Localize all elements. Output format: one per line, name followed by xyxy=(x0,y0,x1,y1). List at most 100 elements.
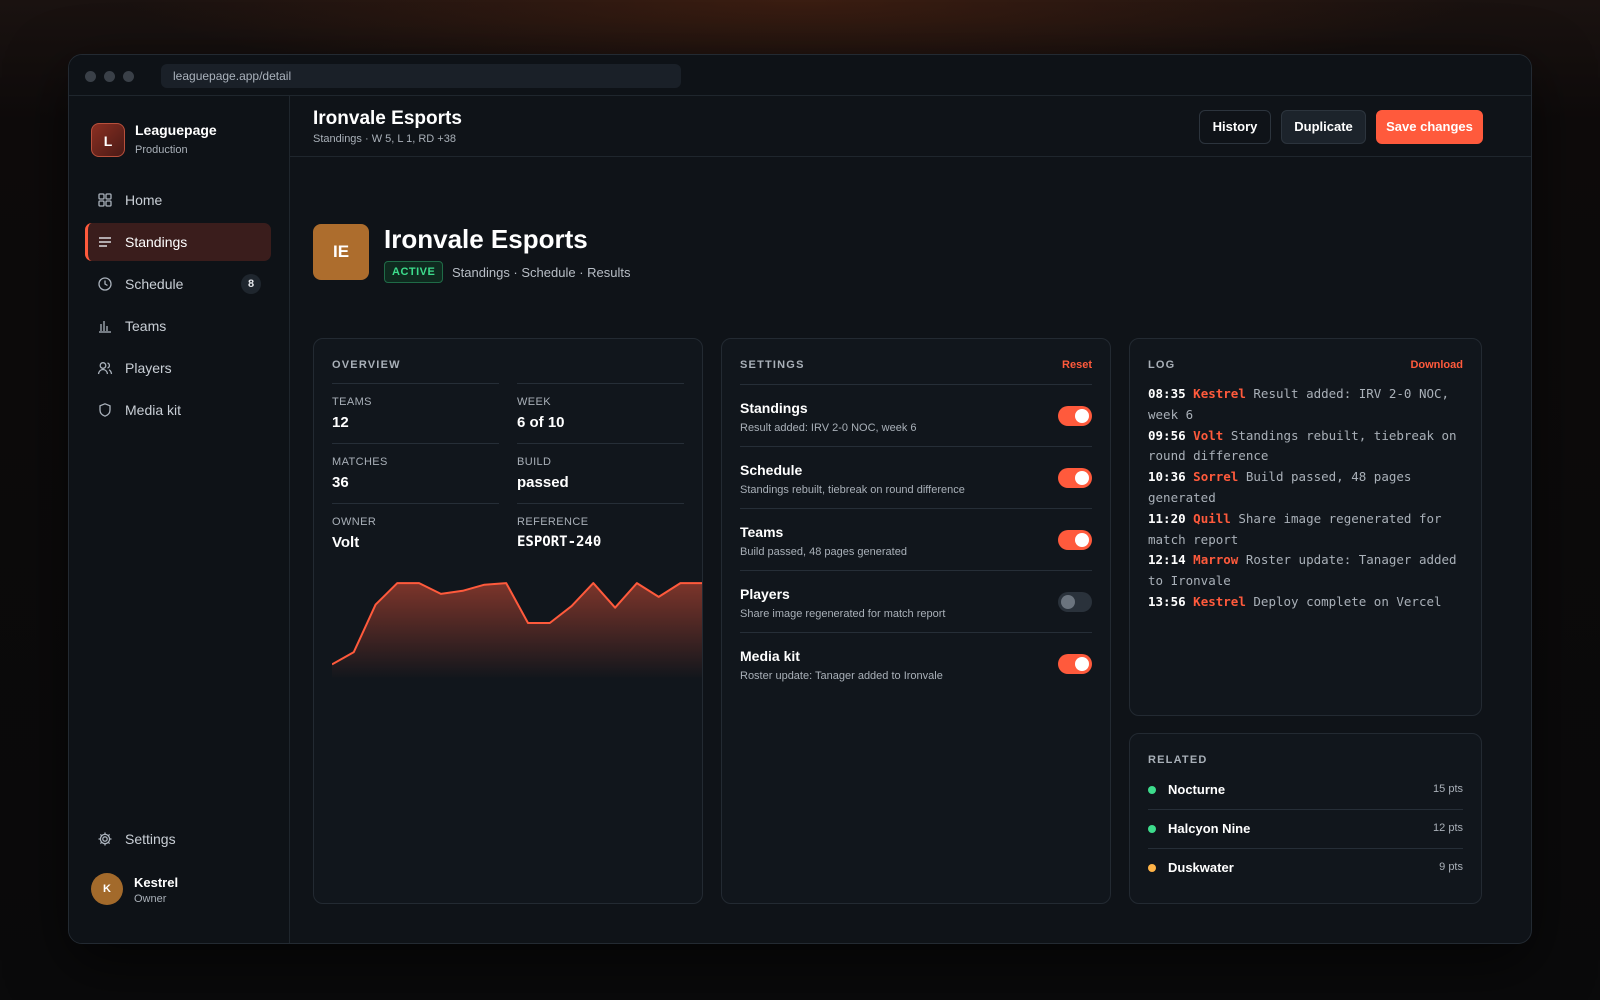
sidebar-item-schedule[interactable]: Schedule 8 xyxy=(85,265,271,303)
browser-window: leaguepage.app/detail L Leaguepage Produ… xyxy=(68,54,1532,944)
overview-heading: OVERVIEW xyxy=(332,359,401,371)
log-entry: 08:35 Kestrel Result added: IRV 2-0 NOC,… xyxy=(1148,386,1450,422)
related-team-points: 12 pts xyxy=(1433,822,1463,834)
avatar[interactable]: K xyxy=(91,873,123,905)
related-team-points: 15 pts xyxy=(1433,783,1463,795)
field-value: ESPORT-240 xyxy=(517,534,602,550)
related-panel: RELATED Nocturne 15 pts Halcyon Nine 12 … xyxy=(1129,733,1482,904)
window-maximize-dot[interactable] xyxy=(123,71,134,82)
page-header: Ironvale Esports Standings · W 5, L 1, R… xyxy=(290,96,1531,157)
related-team-name: Duskwater xyxy=(1168,860,1234,875)
main-content: Ironvale Esports Standings · W 5, L 1, R… xyxy=(290,96,1531,943)
duplicate-button[interactable]: Duplicate xyxy=(1281,110,1366,144)
window-minimize-dot[interactable] xyxy=(104,71,115,82)
overview-field-build: BUILD passed xyxy=(517,443,684,503)
sparkline-area xyxy=(332,583,702,679)
teams-toggle[interactable] xyxy=(1058,530,1092,550)
download-link[interactable]: Download xyxy=(1410,359,1463,371)
overview-field-matches: MATCHES 36 xyxy=(332,443,499,503)
setting-description: Build passed, 48 pages generated xyxy=(740,546,907,558)
list-item[interactable]: Duskwater 9 pts xyxy=(1148,849,1463,888)
schedule-count-badge: 8 xyxy=(241,274,261,294)
users-icon xyxy=(97,360,113,376)
field-value: Volt xyxy=(332,534,360,551)
overview-field-teams: TEAMS 12 xyxy=(332,383,499,443)
sidebar-item-home[interactable]: Home xyxy=(85,181,271,219)
standings-toggle[interactable] xyxy=(1058,406,1092,426)
field-label: BUILD xyxy=(517,456,552,468)
field-label: TEAMS xyxy=(332,396,372,408)
status-dot xyxy=(1148,786,1156,794)
field-value: 6 of 10 xyxy=(517,414,565,431)
clock-icon xyxy=(97,276,113,292)
sidebar-item-media-kit[interactable]: Media kit xyxy=(85,391,271,429)
list-item[interactable]: Nocturne 15 pts xyxy=(1148,771,1463,810)
grid-icon xyxy=(97,192,113,208)
status-badge: ACTIVE xyxy=(384,261,444,283)
brand-logo: L xyxy=(91,123,125,157)
url-bar[interactable]: leaguepage.app/detail xyxy=(161,64,681,88)
sidebar-item-label: Standings xyxy=(125,234,188,250)
overview-panel: OVERVIEW TEAMS 12 WEEK 6 of 10 MATCHES 3… xyxy=(313,338,703,904)
page-subtitle: Standings · W 5, L 1, RD +38 xyxy=(313,133,456,145)
sidebar-item-standings[interactable]: Standings xyxy=(85,223,271,261)
list-item[interactable]: Halcyon Nine 12 pts xyxy=(1148,810,1463,849)
gear-icon xyxy=(97,831,113,847)
related-heading: RELATED xyxy=(1148,754,1208,766)
reset-link[interactable]: Reset xyxy=(1062,359,1092,371)
field-label: REFERENCE xyxy=(517,516,589,528)
window-close-dot[interactable] xyxy=(85,71,96,82)
team-meta: Standings · Schedule · Results xyxy=(452,265,631,280)
field-label: WEEK xyxy=(517,396,551,408)
user-name: Kestrel xyxy=(134,875,179,890)
setting-title: Standings xyxy=(740,400,808,416)
setting-row-players: Players Share image regenerated for matc… xyxy=(740,570,1092,632)
overview-field-reference: REFERENCE ESPORT-240 xyxy=(517,503,684,563)
media-kit-toggle[interactable] xyxy=(1058,654,1092,674)
setting-description: Result added: IRV 2-0 NOC, week 6 xyxy=(740,422,917,434)
history-button[interactable]: History xyxy=(1199,110,1271,144)
user-role: Owner xyxy=(134,893,167,905)
field-value: 36 xyxy=(332,474,349,491)
status-dot xyxy=(1148,825,1156,833)
brand-environment: Production xyxy=(135,144,188,156)
overview-field-week: WEEK 6 of 10 xyxy=(517,383,684,443)
sidebar-item-teams[interactable]: Teams xyxy=(85,307,271,345)
team-logo: IE xyxy=(313,224,369,280)
setting-title: Players xyxy=(740,586,790,602)
log-list: 08:35 Kestrel Result added: IRV 2-0 NOC,… xyxy=(1148,384,1463,613)
setting-title: Teams xyxy=(740,524,784,540)
shield-icon xyxy=(97,402,113,418)
team-title: Ironvale Esports xyxy=(384,224,588,254)
settings-panel: SETTINGS Reset Standings Result added: I… xyxy=(721,338,1111,904)
log-entry: 12:14 Marrow Roster update: Tanager adde… xyxy=(1148,552,1457,589)
sidebar-item-label: Players xyxy=(125,360,172,376)
schedule-toggle[interactable] xyxy=(1058,468,1092,488)
players-toggle[interactable] xyxy=(1058,592,1092,612)
setting-row-standings: Standings Result added: IRV 2-0 NOC, wee… xyxy=(740,384,1092,446)
setting-description: Roster update: Tanager added to Ironvale xyxy=(740,670,943,682)
field-label: MATCHES xyxy=(332,456,388,468)
related-team-name: Halcyon Nine xyxy=(1168,821,1251,836)
settings-heading: SETTINGS xyxy=(740,359,805,371)
page-title: Ironvale Esports xyxy=(313,108,462,129)
log-entry: 11:20 Quill Share image regenerated for … xyxy=(1148,510,1442,547)
log-entry: 09:56 Volt Standings rebuilt, tiebreak o… xyxy=(1148,427,1457,464)
sidebar-item-label: Teams xyxy=(125,318,167,334)
titlebar: leaguepage.app/detail xyxy=(69,55,1531,96)
sidebar-item-label: Schedule xyxy=(125,276,184,292)
sidebar-item-settings[interactable]: Settings xyxy=(85,820,271,858)
status-dot xyxy=(1148,864,1156,872)
related-team-points: 9 pts xyxy=(1439,861,1463,873)
overview-sparkline xyxy=(332,582,702,679)
log-entry: 13:56 Kestrel Deploy complete on Vercel xyxy=(1148,593,1442,609)
log-entry: 10:36 Sorrel Build passed, 48 pages gene… xyxy=(1148,469,1412,505)
list-icon xyxy=(97,234,113,250)
overview-field-owner: OWNER Volt xyxy=(332,503,499,563)
save-changes-button[interactable]: Save changes xyxy=(1376,110,1483,144)
setting-title: Schedule xyxy=(740,462,803,478)
sidebar-item-players[interactable]: Players xyxy=(85,349,271,387)
setting-row-teams: Teams Build passed, 48 pages generated xyxy=(740,508,1092,570)
setting-description: Share image regenerated for match report xyxy=(740,608,946,620)
sidebar-item-label: Home xyxy=(125,192,163,208)
